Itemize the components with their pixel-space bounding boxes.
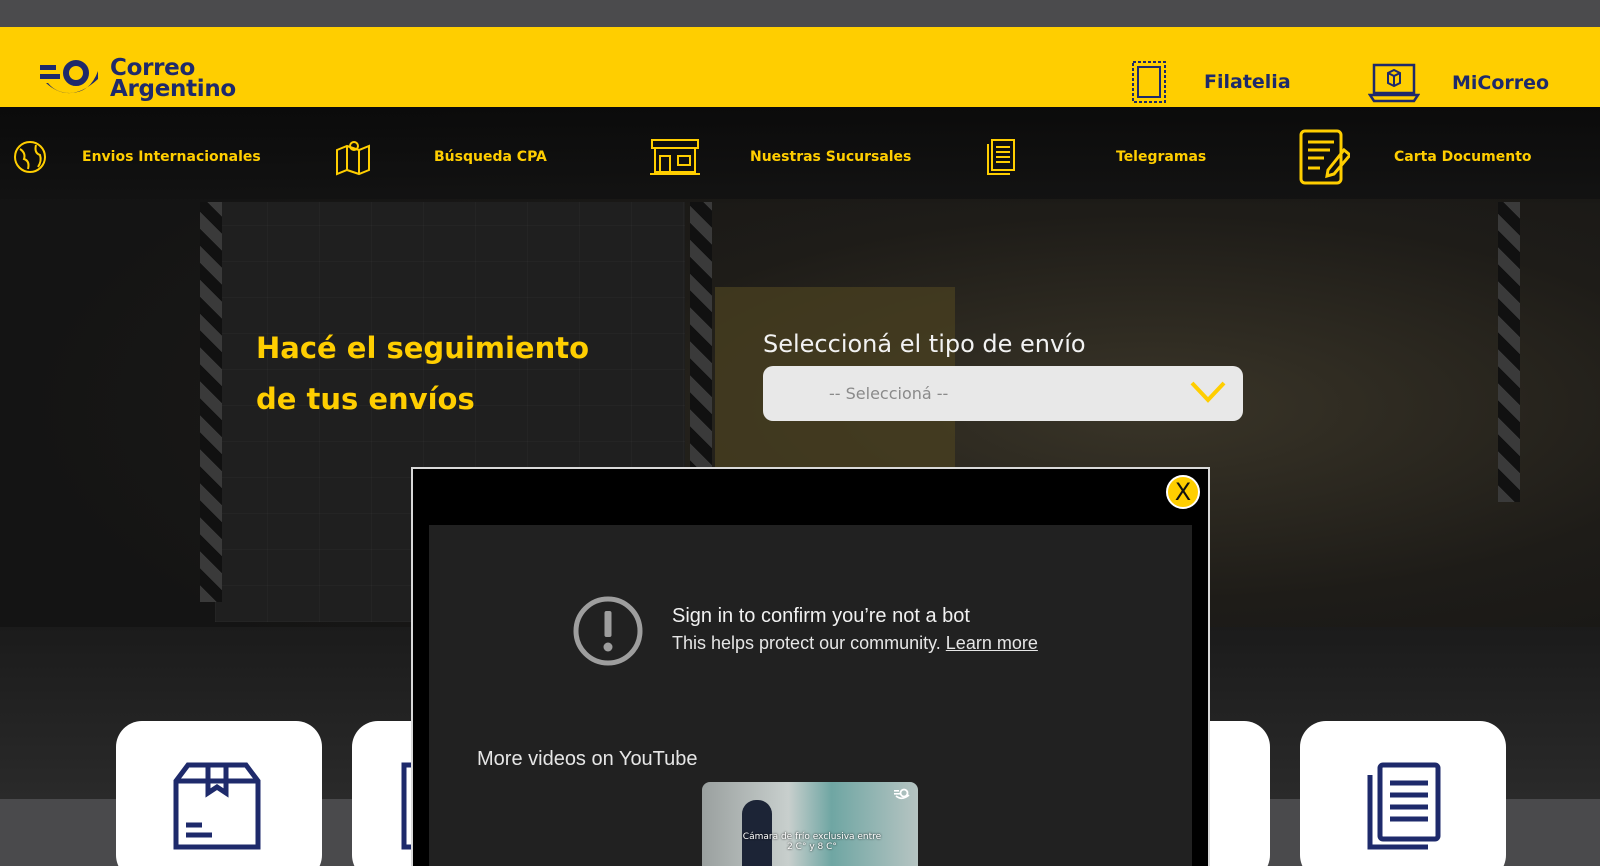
nav-item-busqueda-cpa[interactable]: Búsqueda CPA <box>334 127 547 187</box>
modal-close-button[interactable]: X <box>1166 475 1200 509</box>
filatelia-label: Filatelia <box>1204 71 1291 93</box>
service-card-package[interactable] <box>116 721 322 866</box>
hero-hazard-stripe <box>1498 202 1520 502</box>
brand-wordmark: Correo Argentino <box>110 57 236 102</box>
nav-item-telegramas[interactable]: Telegramas <box>986 127 1206 187</box>
package-icon <box>173 762 261 850</box>
correo-logo-icon <box>40 60 98 94</box>
shipment-type-value: -- Seleccioná -- <box>829 384 949 403</box>
globe-icon <box>14 141 46 173</box>
document-edit-icon <box>1299 129 1350 185</box>
map-pin-icon <box>336 141 370 176</box>
document-lines-icon <box>987 139 1015 175</box>
service-card-documents[interactable] <box>1300 721 1506 866</box>
micorreo-label: MiCorreo <box>1452 72 1550 94</box>
video-thumbnail[interactable]: Cámara de frío exclusiva entre 2 C° y 8 … <box>702 782 918 866</box>
documents-icon <box>1367 762 1441 850</box>
warning-icon <box>573 596 643 666</box>
branch-building-icon <box>650 139 700 175</box>
nav-label: Carta Documento <box>1394 149 1532 165</box>
hero-title-line1: Hacé el seguimiento <box>256 331 590 365</box>
correo-logo-icon <box>894 788 910 800</box>
yt-error-sub-text: This helps protect our community. <box>672 633 941 653</box>
nav-item-nuestras-sucursales[interactable]: Nuestras Sucursales <box>650 127 911 187</box>
close-icon: X <box>1174 478 1192 506</box>
nav-label: Envios Internacionales <box>82 149 261 165</box>
nav-label: Nuestras Sucursales <box>750 149 912 165</box>
yt-error-title: Sign in to confirm you’re not a bot <box>672 605 970 627</box>
yt-error-subtitle: This helps protect our community. Learn … <box>672 633 1038 654</box>
hero-title: Hacé el seguimiento de tus envíos <box>256 323 636 425</box>
nav-item-carta-documento[interactable]: Carta Documento <box>1298 127 1532 187</box>
more-videos-heading: More videos on YouTube <box>477 748 698 770</box>
nav-label: Búsqueda CPA <box>434 149 547 165</box>
chevron-down-icon <box>1190 381 1226 403</box>
browser-top-strip <box>0 0 1600 27</box>
hero-title-line2: de tus envíos <box>256 382 475 416</box>
hero-hazard-stripe <box>200 202 222 602</box>
shipment-type-select[interactable]: -- Seleccioná -- <box>763 366 1243 421</box>
thumbnail-caption: Cámara de frío exclusiva entre 2 C° y 8 … <box>742 832 882 852</box>
page: Correo Argentino Filatelia MiCorreo Envi… <box>0 0 1600 866</box>
learn-more-link[interactable]: Learn more <box>946 633 1038 653</box>
header-link-filatelia[interactable]: Filatelia <box>1130 59 1291 105</box>
nav-label: Telegramas <box>1116 149 1207 165</box>
header-link-micorreo[interactable]: MiCorreo <box>1368 63 1549 103</box>
site-header: Correo Argentino Filatelia MiCorreo <box>0 27 1600 107</box>
main-nav: Envios Internacionales Búsqueda CPA Nues… <box>0 107 1600 199</box>
laptop-box-icon <box>1368 63 1420 103</box>
nav-item-envios-internacionales[interactable]: Envios Internacionales <box>12 127 261 187</box>
brand-line2: Argentino <box>110 76 236 102</box>
shipment-type-label: Seleccioná el tipo de envío <box>763 330 1086 358</box>
stamp-icon <box>1132 61 1166 103</box>
brand-logo[interactable]: Correo Argentino <box>40 55 240 103</box>
